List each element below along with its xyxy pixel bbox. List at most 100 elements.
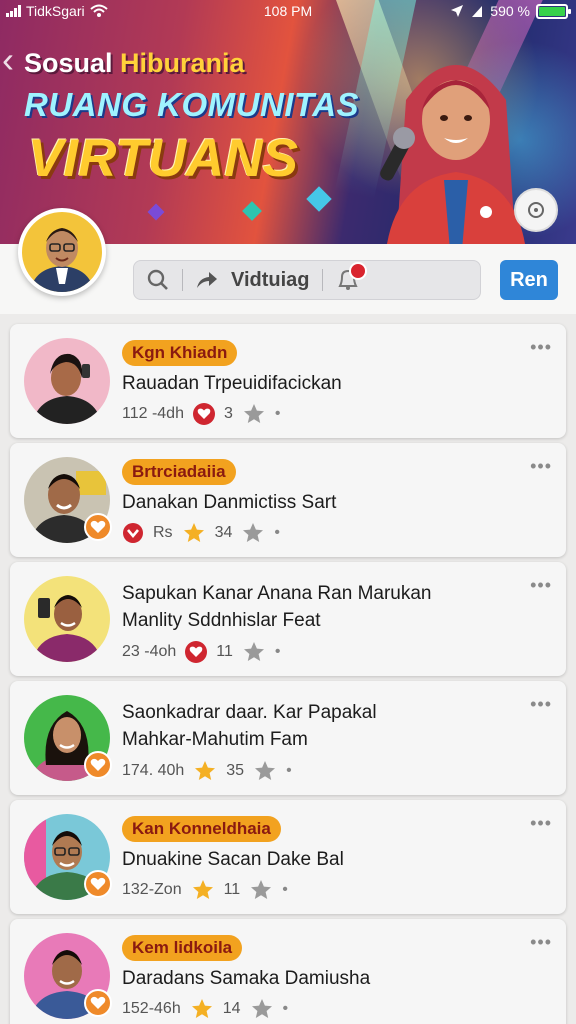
reaction-count: 14 [222,1000,241,1017]
post-title[interactable]: Daradans Samaka Damiusha [122,965,370,992]
star-icon[interactable] [191,878,215,902]
post-meta: Rs 34 • [122,521,280,545]
more-options-icon[interactable]: ••• [530,695,552,713]
post-title[interactable]: Rauadan Trpeuidifacickan [122,370,342,397]
share-arrow-icon[interactable] [195,270,219,290]
more-options-icon[interactable]: ••• [530,338,552,356]
post-title-line: Daradans Samaka Damiusha [122,968,371,989]
divider [182,269,183,291]
reaction-count: 3 [223,405,233,422]
dot-separator: • [274,643,281,660]
post-avatar[interactable] [24,576,110,662]
favorite-star-icon[interactable] [242,402,266,426]
more-options-icon[interactable]: ••• [530,814,552,832]
notification-button[interactable] [335,262,367,294]
notification-badge [348,262,367,280]
more-options-icon[interactable]: ••• [530,933,552,951]
back-chevron-icon[interactable]: ‹ [2,42,14,78]
favorite-star-icon[interactable] [253,759,277,783]
star-icon[interactable] [193,759,217,783]
post-timestamp: 132-Zon [122,881,182,898]
heart-icon [90,877,106,890]
more-options-icon[interactable]: ••• [530,457,552,475]
favorite-badge [84,870,112,898]
dot-separator: • [286,762,292,779]
refresh-icon [528,202,544,218]
refresh-button[interactable] [514,188,558,232]
confetti-shape [242,201,262,221]
post-meta-label: Rs [153,524,173,541]
heart-icon [189,646,203,657]
post-card[interactable]: Saonkadrar daar. Kar Papakal Mahkar-Mahut… [10,681,566,795]
hero-banner: TidkSgari 108 PM 590 % ‹ Sosual Hiburani… [0,0,576,244]
post-meta: 132-Zon 11 • [122,878,288,902]
heart-icon [90,520,106,533]
heart-icon [197,408,211,419]
avatar-photo [24,576,110,662]
avatar-photo [24,338,110,424]
avatar-man-glasses [22,212,102,292]
reaction-icon[interactable] [185,641,208,663]
reaction-count: 11 [216,643,233,660]
post-card[interactable]: Brtrciadaiia Danakan Danmictiss Sart Rs 34 •… [10,443,566,557]
post-title[interactable]: Saonkadrar daar. Kar Papakal Mahkar-Mahut… [122,699,377,753]
reaction-count: 11 [223,881,241,898]
search-icon[interactable] [146,268,170,292]
post-title[interactable]: Danakan Danmictiss Sart [122,489,336,516]
post-title-line: Dnuakine Sacan Dake Bal [122,849,344,870]
post-avatar[interactable] [24,338,110,424]
favorite-star-icon[interactable] [242,640,266,664]
profile-avatar[interactable] [18,208,106,296]
dot-separator: • [282,1000,289,1017]
ren-button[interactable]: Ren [500,260,558,300]
signal-icon [472,6,483,17]
post-meta: 152-46h 14 • [122,997,288,1021]
post-feed: Kgn Khiadn Rauadan Trpeuidifacickan 112 -4… [0,314,576,1024]
reaction-count: 35 [226,762,245,779]
hero-title: Sosual Hiburania [24,48,245,79]
post-card[interactable]: Kgn Khiadn Rauadan Trpeuidifacickan 112 -4… [10,324,566,438]
status-right: 590 % [450,3,571,19]
confetti-shape [306,186,332,212]
post-card[interactable]: Kan Konneldhaia Dnuakine Sacan Dake Bal 13… [10,800,566,914]
post-meta: 174. 40h 35 • [122,759,292,783]
favorite-badge [84,989,112,1017]
post-title-line: Manlity Sddnhislar Feat [122,610,321,631]
favorite-badge [84,751,112,779]
star-icon[interactable] [182,521,206,545]
star-icon[interactable] [190,997,214,1021]
dot-separator: • [282,881,288,898]
post-tag[interactable]: Kgn Khiadn [122,340,238,366]
post-timestamp: 23 -4oh [122,643,177,660]
post-card[interactable]: Kem lidkoila Daradans Samaka Damiusha 152-… [10,919,566,1024]
post-timestamp: 174. 40h [122,762,185,779]
post-timestamp: 112 -4dh [122,405,184,422]
more-options-icon[interactable]: ••• [530,576,552,594]
search-bar[interactable]: Vidtuiag [133,260,481,300]
hero-subtitle: RUANG KOMUNITAS [24,86,360,123]
favorite-star-icon[interactable] [250,997,274,1021]
post-card[interactable]: Sapukan Kanar Anana Ran Marukan Manlity S… [10,562,566,676]
confetti-shape [147,203,165,221]
post-title-line: Mahkar-Mahutim Fam [122,729,308,750]
post-tag[interactable]: Brtrciadaiia [122,459,236,485]
heart-icon [90,758,106,771]
post-title-line: Sapukan Kanar Anana Ran Marukan [122,583,432,604]
post-title-line: Rauadan Trpeuidifacickan [122,373,342,394]
post-tag[interactable]: Kan Konneldhaia [122,816,281,842]
post-title[interactable]: Dnuakine Sacan Dake Bal [122,846,344,873]
post-title[interactable]: Sapukan Kanar Anana Ran Marukan Manlity S… [122,580,432,634]
dot-separator: • [274,524,280,541]
battery-percent: 590 % [490,3,530,19]
hero-title-part1: Sosual [24,48,113,78]
favorite-badge [84,513,112,541]
favorite-star-icon[interactable] [241,521,265,545]
favorite-star-icon[interactable] [249,878,273,902]
reaction-icon[interactable] [192,403,215,425]
post-title-line: Saonkadrar daar. Kar Papakal [122,702,377,723]
search-label[interactable]: Vidtuiag [231,269,310,292]
post-tag[interactable]: Kem lidkoila [122,935,243,961]
down-badge-icon[interactable] [122,522,144,544]
divider [321,269,323,291]
location-arrow-icon [451,5,464,17]
